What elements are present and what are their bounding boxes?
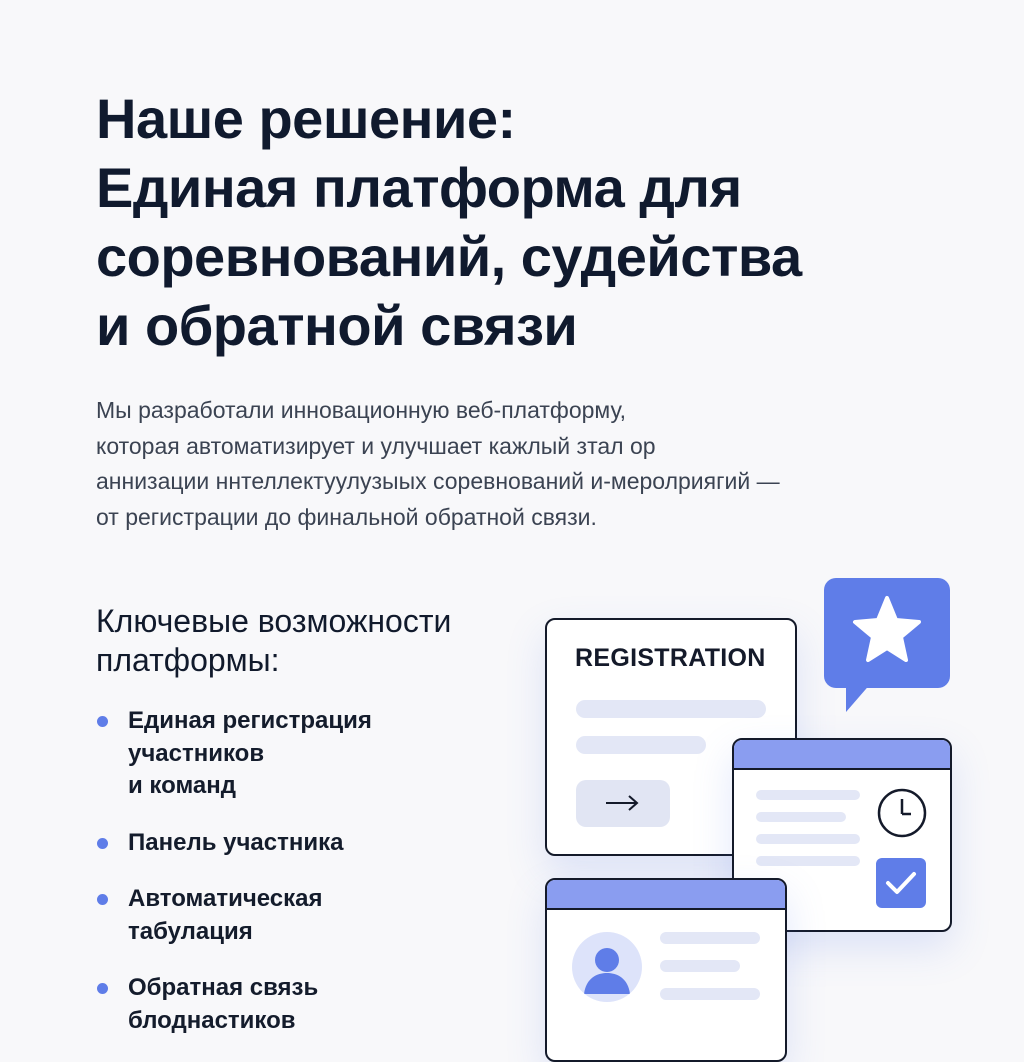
placeholder-bar (756, 834, 860, 844)
user-avatar-icon (584, 948, 630, 994)
title-line: Единая платформа для (96, 156, 742, 219)
placeholder-bar (660, 988, 760, 1000)
feature-text: Единая регистрация участников и команд (128, 705, 372, 803)
placeholder-bar (660, 960, 740, 972)
features-heading-line: платформы: (96, 642, 280, 678)
description: Мы разработали инновационную веб-платфор… (96, 393, 916, 535)
placeholder-bar (576, 700, 766, 718)
checkmark-icon (886, 872, 916, 894)
feature-line: табулация (128, 917, 253, 945)
title-line: и обратной связи (96, 294, 578, 357)
title-line: Наше решение: (96, 87, 516, 150)
star-feedback-bubble (824, 578, 950, 712)
feature-item-dashboard: Панель участника (96, 827, 372, 860)
feature-line: блоднастиков (128, 1006, 296, 1034)
placeholder-bar (756, 812, 846, 822)
card-header (734, 740, 950, 770)
description-line: от регистрации до финальной обратной свя… (96, 503, 597, 530)
next-button[interactable] (576, 780, 670, 827)
placeholder-bar (576, 736, 706, 754)
feature-text: Автоматическая табулация (128, 883, 372, 948)
clock-icon (877, 788, 927, 838)
description-line: Мы разработали инновационную веб-платфор… (96, 397, 627, 423)
features-list: Единая регистрация участников и команд П… (96, 705, 372, 1061)
checkbox[interactable] (876, 858, 926, 908)
registration-card-title: REGISTRATION (575, 644, 766, 672)
profile-card (545, 878, 787, 1062)
feature-text: Обратная связь блоднастиков (128, 972, 372, 1037)
feature-line: участников (128, 739, 265, 767)
bullet-icon (97, 837, 108, 849)
placeholder-bar (660, 932, 760, 944)
feature-line: Панель участника (128, 828, 344, 856)
page-title: Наше решение: Единая платформа для сорев… (96, 84, 956, 360)
bullet-icon (97, 983, 108, 994)
card-header (547, 880, 785, 910)
features-heading-line: Ключевые возможности (96, 603, 452, 639)
feature-line: Обратная связь (128, 974, 319, 1001)
feature-item-tabulation: Автоматическая табулация (96, 883, 372, 948)
feature-line: Автоматическая (128, 885, 323, 912)
avatar (572, 932, 642, 1002)
feature-item-registration: Единая регистрация участников и команд (96, 705, 372, 803)
features-heading: Ключевые возможности платформы: (96, 602, 516, 680)
description-line: которая автоматизирует и улучшает кажлый… (96, 432, 656, 459)
feature-item-feedback: Обратная связь блоднастиков (96, 972, 372, 1037)
title-line: соревнований, судейства (96, 225, 802, 288)
feature-line: и команд (128, 772, 236, 799)
placeholder-bar (756, 856, 860, 866)
description-line: аннизации ннтеллектуулузыых соревнований… (96, 468, 780, 494)
placeholder-bar (756, 790, 860, 800)
arrow-right-icon (606, 795, 639, 811)
bullet-icon (97, 716, 108, 727)
bullet-icon (97, 894, 108, 905)
feature-text: Панель участника (128, 827, 372, 860)
feature-line: Единая регистрация (128, 707, 372, 734)
